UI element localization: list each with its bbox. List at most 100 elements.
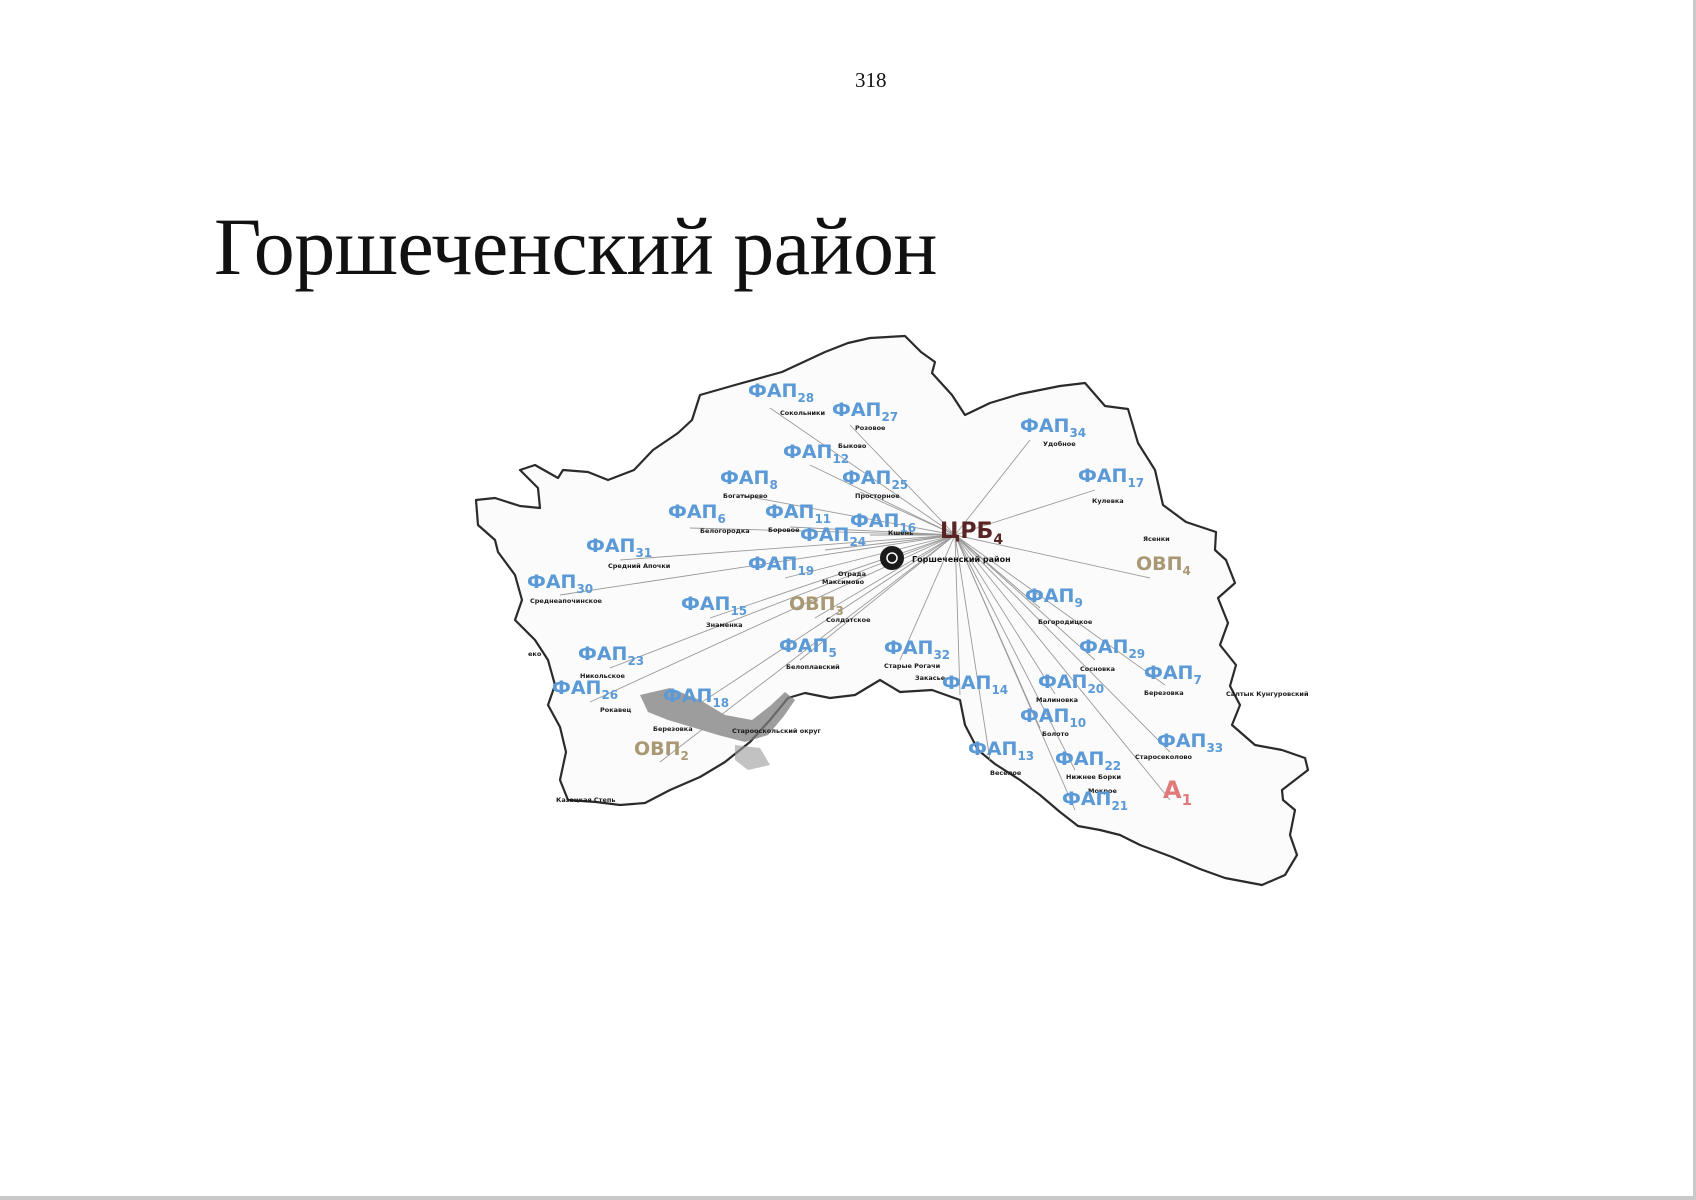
village-name: еко	[528, 650, 542, 658]
facility-label-index: 4	[993, 532, 1003, 548]
village-name: Салтык Кунгуровский	[1226, 690, 1309, 698]
facility-label-main: ФАП	[968, 738, 1017, 760]
facility-label-main: ФАП	[1020, 705, 1069, 727]
facility-label-fap6: ФАП6	[668, 501, 726, 526]
village-name: Белогородка	[700, 527, 750, 535]
village-name: Удобное	[1043, 440, 1076, 448]
village-name: Розовое	[855, 424, 886, 432]
village-name: Солдатское	[826, 616, 871, 624]
facility-label-index: 18	[712, 696, 729, 710]
village-name: Боровое	[768, 526, 800, 534]
facility-label-index: 26	[601, 688, 618, 702]
facility-label-index: 12	[832, 452, 849, 466]
facility-label-index: 29	[1128, 647, 1145, 661]
facility-label-index: 16	[899, 521, 916, 535]
facility-label-main: ФАП	[783, 441, 832, 463]
facility-label-main: ФАП	[842, 467, 891, 489]
district-map: Сокольники Розовое Быково Просторное Богатыр…	[474, 334, 1310, 887]
facility-label-index: 5	[828, 646, 836, 660]
facility-label-index: 33	[1206, 741, 1223, 755]
location-pin-icon	[880, 546, 904, 570]
facility-label-fap7: ФАП7	[1144, 662, 1202, 687]
facility-label-index: 20	[1087, 682, 1104, 696]
facility-label-main: А	[1163, 776, 1182, 804]
facility-label-main: ФАП	[668, 501, 717, 523]
facility-label-index: 24	[849, 535, 866, 549]
facility-label-main: ФАП	[748, 553, 797, 575]
facility-label-index: 6	[717, 512, 725, 526]
facility-label-main: ФАП	[800, 524, 849, 546]
facility-label-main: ФАП	[1038, 671, 1087, 693]
facility-label-main: ФАП	[850, 510, 899, 532]
facility-label-main: ФАП	[1144, 662, 1193, 684]
village-name: Отрада	[838, 570, 866, 578]
village-name: Богатырево	[723, 492, 768, 500]
facility-label-index: 2	[681, 749, 689, 763]
village-name: Старые Рогачи	[884, 662, 941, 670]
facility-label-index: 30	[576, 582, 593, 596]
village-name: Богородицкое	[1038, 618, 1093, 626]
facility-label-main: ОВП	[789, 593, 836, 615]
facility-label-main: ФАП	[578, 643, 627, 665]
facility-label-main: ФАП	[884, 637, 933, 659]
village-name: Рокавец	[600, 706, 632, 714]
facility-label-index: 23	[627, 654, 644, 668]
scanned-page: 318 Горшеченский район Сокольники Розовое…	[0, 0, 1696, 1200]
facility-label-index: 1	[1182, 791, 1192, 809]
facility-label-main: ОВП	[1136, 553, 1183, 575]
facility-label-main: ФАП	[720, 467, 769, 489]
facility-label-index: 34	[1069, 426, 1086, 440]
facility-label-main: ФАП	[832, 399, 881, 421]
village-name: Знаменка	[706, 621, 743, 629]
village-name: Средний Апочки	[608, 562, 671, 570]
facility-label-main: ФАП	[1020, 415, 1069, 437]
facility-label-index: 28	[797, 391, 814, 405]
facility-label-index: 3	[836, 604, 844, 618]
village-name: Березовка	[1144, 689, 1184, 697]
facility-label-index: 14	[991, 683, 1008, 697]
facility-label-main: ФАП	[527, 571, 576, 593]
facility-label-index: 4	[1183, 564, 1191, 578]
district-center-label: Горшеченский район	[912, 555, 1011, 564]
facility-label-fap8: ФАП8	[720, 467, 778, 492]
facility-label-main: ФАП	[1157, 730, 1206, 752]
facility-label-index: 8	[769, 478, 777, 492]
village-name: Болото	[1042, 730, 1069, 738]
facility-label-main: ОВП	[634, 738, 681, 760]
facility-label-main: ФАП	[779, 635, 828, 657]
village-name: Нижнее Борки	[1066, 773, 1122, 781]
facility-label-index: 19	[797, 564, 814, 578]
facility-label-main: ФАП	[681, 593, 730, 615]
village-name: Среднеапочинское	[530, 597, 603, 605]
facility-label-main: ФАП	[586, 535, 635, 557]
facility-label-fap9: ФАП9	[1025, 585, 1083, 610]
facility-label-index: 31	[635, 546, 652, 560]
village-name: Быково	[838, 442, 867, 450]
village-name: Максимово	[822, 578, 865, 586]
facility-label-index: 7	[1193, 673, 1201, 687]
facility-label-main: ФАП	[1079, 636, 1128, 658]
facility-label-main: ФАП	[1025, 585, 1074, 607]
village-name: Малиновка	[1036, 696, 1078, 704]
facility-label-main: ФАП	[552, 677, 601, 699]
reservoir-tail	[735, 745, 770, 770]
facility-label-main: ЦРБ	[940, 519, 993, 544]
village-name: Сокольники	[780, 409, 825, 417]
village-name: Просторное	[855, 492, 900, 500]
facility-label-main: ФАП	[663, 685, 712, 707]
village-name: Березовка	[653, 725, 693, 733]
facility-label-main: ФАП	[1078, 465, 1127, 487]
facility-label-main: ФАП	[942, 672, 991, 694]
village-name: Старосеколово	[1135, 753, 1193, 761]
village-name: Веселое	[990, 769, 1022, 777]
facility-label-index: 9	[1074, 596, 1082, 610]
village-name: Ясенки	[1143, 535, 1170, 543]
village-name: Белоплавский	[786, 663, 840, 671]
facility-label-index: 25	[891, 478, 908, 492]
facility-label-index: 27	[881, 410, 898, 424]
facility-label-main: ФАП	[1055, 748, 1104, 770]
facility-label-fap5: ФАП5	[779, 635, 837, 660]
facility-label-index: 21	[1111, 799, 1128, 813]
village-name: Кулевка	[1092, 497, 1124, 505]
facility-label-index: 13	[1017, 749, 1034, 763]
